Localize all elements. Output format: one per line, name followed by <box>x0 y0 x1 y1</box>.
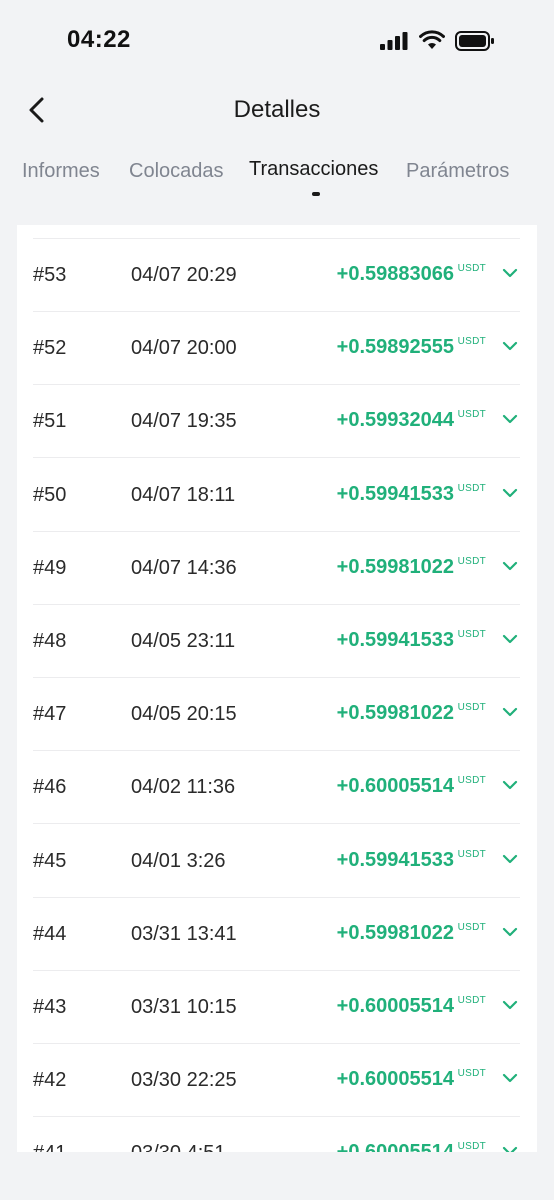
chevron-down-icon[interactable] <box>502 999 518 1011</box>
transaction-amount: +0.60005514 <box>336 775 454 798</box>
chevron-down-icon[interactable] <box>502 413 518 425</box>
transaction-date: 03/31 13:41 <box>131 922 237 945</box>
chevron-down-icon[interactable] <box>502 560 518 572</box>
active-tab-indicator <box>312 192 320 196</box>
transaction-row[interactable]: #43 03/31 10:15 +0.60005514 USDT <box>33 971 520 1044</box>
chevron-down-icon[interactable] <box>502 706 518 718</box>
transaction-id: #45 <box>33 849 67 872</box>
transaction-unit: USDT <box>457 555 486 567</box>
battery-icon <box>455 31 494 51</box>
page-title: Detalles <box>233 96 321 123</box>
transaction-amount: +0.60005514 <box>336 1068 454 1091</box>
transaction-unit: USDT <box>457 629 486 640</box>
transaction-unit: USDT <box>457 995 486 1006</box>
transaction-row[interactable]: #46 04/02 11:36 +0.60005514 USDT <box>33 751 520 825</box>
transaction-row[interactable]: #45 04/01 3:26 +0.59941533 USDT <box>33 825 520 898</box>
transaction-date: 03/30 4:51 <box>131 1142 226 1152</box>
transaction-unit: USDT <box>457 848 486 860</box>
tab-informes[interactable]: Informes <box>22 160 100 183</box>
transaction-unit: USDT <box>457 775 486 787</box>
transaction-amount: +0.59883066 <box>336 263 454 285</box>
nav-bar: Detalles <box>0 84 554 136</box>
transaction-row[interactable]: #44 03/31 13:41 +0.59981022 USDT <box>33 898 520 971</box>
transaction-row[interactable]: #41 03/30 4:51 +0.60005514USDT <box>33 1117 520 1152</box>
transaction-row[interactable]: #52 04/07 20:00 +0.59892555 USDT <box>33 312 520 386</box>
transaction-unit: USDT <box>457 702 486 714</box>
transaction-id: #49 <box>33 556 67 579</box>
transaction-list: #53 04/07 20:29 +0.59883066 USDT #52 04/07 20… <box>17 225 537 1152</box>
transaction-date: 04/07 14:36 <box>131 556 237 579</box>
transaction-id: #46 <box>33 776 67 799</box>
transaction-row[interactable]: #49 04/07 14:36 +0.59981022 USDT <box>33 532 520 605</box>
transaction-id: #42 <box>33 1069 67 1092</box>
transaction-amount: +0.59932044 <box>336 409 454 432</box>
wifi-icon <box>419 30 445 49</box>
transaction-id: #51 <box>33 410 67 433</box>
tab-colocadas[interactable]: Colocadas <box>129 160 224 183</box>
transaction-date: 03/31 10:15 <box>131 996 237 1018</box>
transaction-row[interactable]: #42 03/30 22:25 +0.60005514 USDT <box>33 1044 520 1118</box>
transaction-row[interactable]: #53 04/07 20:29 +0.59883066 USDT <box>33 239 520 312</box>
transaction-amount: +0.60005514 <box>336 995 454 1017</box>
chevron-down-icon[interactable] <box>502 779 518 791</box>
transaction-amount: +0.59981022 <box>336 921 454 944</box>
chevron-down-icon[interactable] <box>502 340 518 352</box>
transaction-row[interactable]: #48 04/05 23:11 +0.59941533 USDT <box>33 605 520 678</box>
transaction-id: #52 <box>33 337 67 360</box>
transaction-row[interactable]: #47 04/05 20:15 +0.59981022 USDT <box>33 678 520 752</box>
transaction-date: 04/07 20:29 <box>131 264 237 286</box>
transaction-row[interactable]: #50 04/07 18:11 +0.59941533 USDT <box>33 459 520 532</box>
tab-transacciones[interactable]: Transacciones <box>249 158 378 181</box>
transaction-row[interactable]: #51 04/07 19:35 +0.59932044 USDT <box>33 385 520 459</box>
chevron-down-icon[interactable] <box>502 487 518 499</box>
transaction-unit: USDT <box>457 482 486 494</box>
transaction-amount: +0.59941533 <box>336 848 454 871</box>
transaction-date: 04/05 20:15 <box>131 703 237 726</box>
chevron-down-icon[interactable] <box>502 926 518 938</box>
transaction-unit: USDT <box>457 263 486 274</box>
transaction-date: 03/30 22:25 <box>131 1069 237 1092</box>
transaction-unit: USDT <box>457 409 486 421</box>
transaction-amount: +0.59981022 <box>336 555 454 578</box>
tab-bar: Informes Colocadas Transacciones Parámet… <box>0 150 554 200</box>
signal-icon <box>380 32 408 50</box>
transaction-amount: +0.59981022 <box>336 702 454 725</box>
status-bar: 04:22 <box>0 0 554 80</box>
transaction-id: #53 <box>33 264 67 286</box>
transaction-unit: USDT <box>457 921 486 933</box>
transaction-date: 04/07 19:35 <box>131 410 237 433</box>
chevron-down-icon[interactable] <box>502 1072 518 1084</box>
chevron-down-icon[interactable] <box>502 633 518 645</box>
status-time: 04:22 <box>67 26 131 53</box>
chevron-down-icon[interactable] <box>502 1145 518 1152</box>
transaction-unit: USDT <box>457 336 486 348</box>
transaction-id: #43 <box>33 996 67 1018</box>
transaction-date: 04/02 11:36 <box>131 776 236 799</box>
transaction-date: 04/07 18:11 <box>131 483 236 506</box>
chevron-down-icon[interactable] <box>502 853 518 865</box>
transaction-date: 04/07 20:00 <box>131 337 237 360</box>
transaction-unit: USDT <box>457 1141 486 1152</box>
transaction-id: #48 <box>33 630 67 652</box>
transaction-date: 04/01 3:26 <box>131 849 226 872</box>
transaction-amount: +0.59941533 <box>336 482 454 505</box>
tab-parametros[interactable]: Parámetros <box>406 160 509 183</box>
transaction-id: #50 <box>33 483 67 506</box>
chevron-down-icon[interactable] <box>502 267 518 279</box>
transaction-id: #47 <box>33 703 67 726</box>
transaction-id: #44 <box>33 922 67 945</box>
transaction-unit: USDT <box>457 1068 486 1080</box>
transaction-amount: +0.59892555 <box>336 336 454 359</box>
transaction-id: #41 <box>33 1142 66 1152</box>
transaction-date: 04/05 23:11 <box>131 630 236 652</box>
transaction-amount: +0.60005514 <box>337 1141 454 1152</box>
transaction-amount: +0.59941533 <box>336 629 454 651</box>
